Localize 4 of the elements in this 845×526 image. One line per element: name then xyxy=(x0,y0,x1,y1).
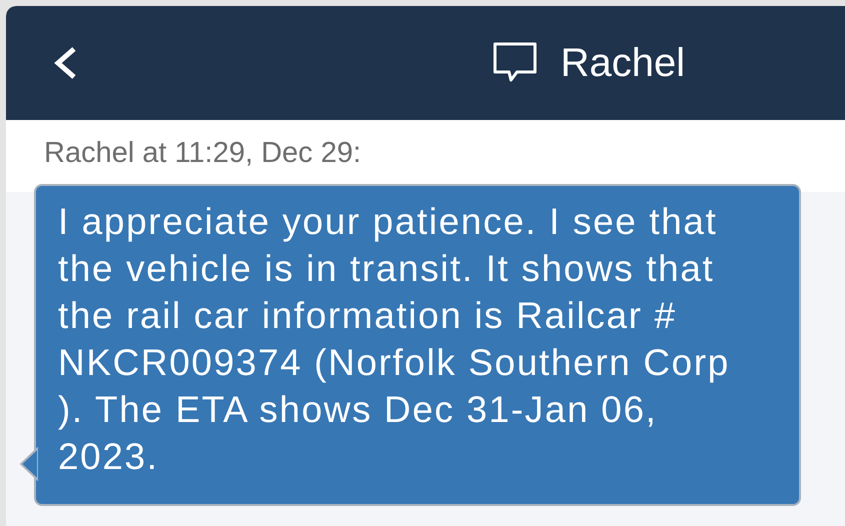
message-meta: Rachel at 11:29, Dec 29: xyxy=(44,137,362,169)
message-bubble: I appreciate your patience. I see that the vehicle is in transit. It shows that the rail car information is Railcar # NKCR009374 (Norfolk Southern Corp ). The ETA shows Dec 31-Jan 06, 2023. xyxy=(34,184,801,506)
bubble-tail xyxy=(20,447,38,481)
contact-name: Rachel xyxy=(560,40,685,87)
